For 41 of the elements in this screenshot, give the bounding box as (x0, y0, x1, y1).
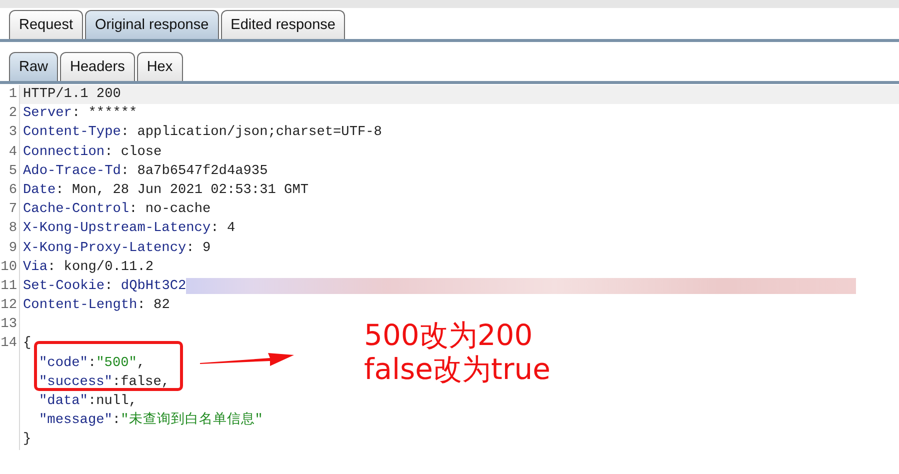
line-number: 13 (0, 317, 17, 332)
tab[interactable]: Raw (9, 52, 58, 81)
code-line: Content-Length: 82 (23, 297, 170, 316)
line-number: 1 (8, 87, 17, 102)
code-line: Via: kong/0.11.2 (23, 258, 154, 277)
arrow-icon (200, 350, 294, 368)
code-line: Set-Cookie: dQbHt3C2 (23, 278, 186, 296)
tab[interactable]: Original response (85, 10, 219, 39)
code-line: X-Kong-Proxy-Latency: 9 (23, 240, 211, 258)
line-number: 8 (8, 221, 17, 236)
tab[interactable]: Edited response (220, 10, 346, 39)
code-line: Content-Type: application/json;charset=UTF-8 (23, 124, 382, 142)
line-number: 14 (0, 336, 17, 352)
line-number: 7 (8, 202, 17, 218)
code-line: HTTP/1.1 200 (23, 86, 121, 104)
code-line: Server: ****** (23, 105, 138, 124)
annotation-text: false改为true (364, 352, 551, 386)
annotation-text: 500改为200 (364, 318, 534, 352)
code-line: Cache-Control: no-cache (23, 201, 211, 220)
code-line: { (23, 335, 32, 354)
code-line: Date: Mon, 28 Jun 2021 02:53:31 GMT (23, 182, 309, 200)
line-number: 4 (8, 144, 17, 160)
line-number: 2 (8, 106, 17, 122)
tab[interactable]: Hex (136, 52, 183, 81)
code-line: } (23, 431, 32, 450)
line-number: 9 (8, 240, 17, 256)
line-number: 5 (8, 164, 17, 179)
code-line: "code":"500", (39, 354, 146, 373)
code-line: X-Kong-Upstream-Latency: 4 (23, 220, 236, 238)
line-number: 11 (0, 278, 17, 294)
line-number: 10 (0, 260, 17, 275)
code-line: Connection: close (23, 144, 162, 162)
line-number: 3 (8, 125, 17, 140)
tab[interactable]: Request (9, 10, 84, 39)
line-number: 6 (8, 182, 17, 198)
code-line: "message":"未查询到白名单信息" (39, 411, 263, 430)
tab[interactable]: Headers (60, 52, 135, 81)
line-number: 12 (0, 298, 17, 314)
code-line: "success":false, (39, 374, 170, 392)
code-line: "data":null, (39, 393, 137, 411)
code-line: Ado-Trace-Td: 8a7b6547f2d4a935 (23, 162, 268, 181)
